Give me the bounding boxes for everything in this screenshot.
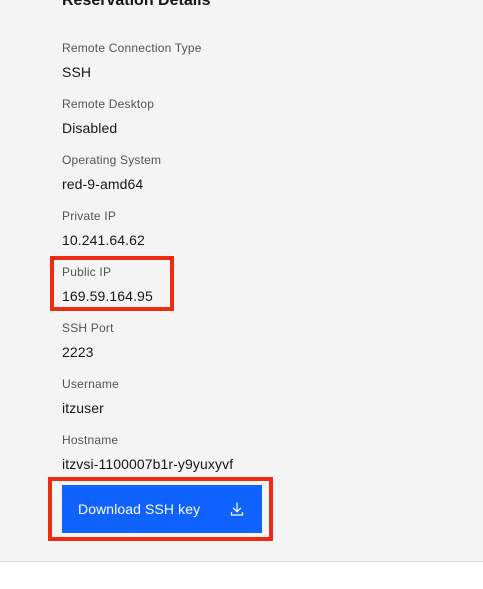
field-label: Private IP [62, 209, 117, 223]
public-ip-highlight-box [50, 256, 174, 311]
field-label: Hostname [62, 433, 119, 447]
field-ssh-port: SSH Port 2223 [62, 320, 114, 361]
field-label: Username [62, 377, 119, 391]
section-title: Reservation Details [62, 0, 211, 9]
field-value: 2223 [62, 344, 94, 360]
field-value: 10.241.64.62 [62, 232, 145, 248]
field-value: red-9-amd64 [62, 176, 144, 192]
field-value: Disabled [62, 120, 118, 136]
field-label: Remote Connection Type [62, 41, 202, 55]
field-username: Username itzuser [62, 376, 119, 417]
field-label: Remote Desktop [62, 97, 155, 111]
field-private-ip: Private IP 10.241.64.62 [62, 208, 145, 249]
field-label: SSH Port [62, 321, 114, 335]
field-value: SSH [62, 64, 92, 80]
field-value: itzuser [62, 400, 104, 416]
field-hostname: Hostname itzvsi-1100007b1r-y9yuxyvf [62, 432, 233, 473]
field-value: itzvsi-1100007b1r-y9yuxyvf [62, 456, 234, 472]
panel-bottom-divider [0, 561, 483, 562]
field-remote-connection-type: Remote Connection Type SSH [62, 40, 202, 81]
field-operating-system: Operating System red-9-amd64 [62, 152, 161, 193]
field-remote-desktop: Remote Desktop Disabled [62, 96, 154, 137]
download-button-highlight-box [48, 477, 273, 541]
field-label: Operating System [62, 153, 162, 167]
